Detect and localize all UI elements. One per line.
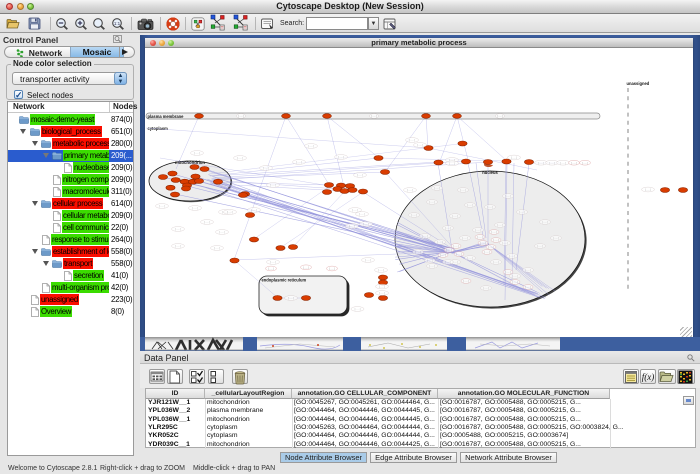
- svg-text:[.....]: [.....]: [542, 220, 548, 224]
- svg-text:[.....]: [.....]: [512, 274, 518, 278]
- svg-text:[.....]: [.....]: [237, 156, 243, 160]
- svg-text:1:1: 1:1: [114, 21, 121, 26]
- svg-text:[.....]: [.....]: [238, 114, 244, 118]
- svg-text:[.....]: [.....]: [219, 230, 225, 234]
- svg-text:[.....]: [.....]: [308, 144, 314, 148]
- svg-text:[.....]: [.....]: [204, 220, 210, 224]
- svg-text:[.....]: [.....]: [491, 230, 497, 234]
- svg-text:[.....]: [.....]: [475, 228, 481, 232]
- svg-text:[.....]: [.....]: [378, 268, 384, 272]
- svg-text:[.....]: [.....]: [449, 161, 455, 165]
- svg-text:[.....]: [.....]: [538, 161, 544, 165]
- svg-text:[.....]: [.....]: [329, 267, 335, 271]
- svg-text:[.....]: [.....]: [477, 235, 483, 239]
- svg-text:[.....]: [.....]: [493, 260, 499, 264]
- svg-text:[.....]: [.....]: [175, 227, 181, 231]
- svg-text:[.....]: [.....]: [512, 280, 518, 284]
- svg-text:[.....]: [.....]: [480, 241, 486, 245]
- svg-text:[.....]: [.....]: [379, 285, 385, 289]
- svg-text:[.....]: [.....]: [467, 256, 473, 260]
- svg-text:[.....]: [.....]: [363, 222, 369, 226]
- svg-text:[.....]: [.....]: [371, 114, 377, 118]
- svg-text:[.....]: [.....]: [446, 248, 452, 252]
- svg-text:[.....]: [.....]: [525, 268, 531, 272]
- svg-text:[.....]: [.....]: [349, 224, 355, 228]
- svg-text:[.....]: [.....]: [270, 183, 276, 187]
- svg-text:[.....]: [.....]: [227, 210, 233, 214]
- svg-text:[.....]: [.....]: [488, 245, 494, 249]
- svg-text:[.....]: [.....]: [549, 161, 555, 165]
- svg-text:[.....]: [.....]: [460, 188, 466, 192]
- svg-text:[.....]: [.....]: [537, 244, 543, 248]
- svg-text:[.....]: [.....]: [159, 204, 165, 208]
- svg-text:[.....]: [.....]: [462, 236, 468, 240]
- svg-text:[.....]: [.....]: [505, 194, 511, 198]
- svg-text:[.....]: [.....]: [463, 279, 469, 283]
- svg-text:[.....]: [.....]: [497, 223, 503, 227]
- svg-text:[.....]: [.....]: [437, 240, 443, 244]
- svg-text:[.....]: [.....]: [453, 244, 459, 248]
- svg-text:[.....]: [.....]: [440, 253, 446, 257]
- svg-text:[.....]: [.....]: [175, 244, 181, 248]
- svg-text:[.....]: [.....]: [303, 265, 309, 269]
- svg-text:[.....]: [.....]: [525, 285, 531, 289]
- svg-text:[.....]: [.....]: [571, 161, 577, 165]
- svg-text:[.....]: [.....]: [214, 246, 220, 250]
- svg-text:[.....]: [.....]: [409, 138, 415, 142]
- svg-text:[.....]: [.....]: [456, 252, 462, 256]
- svg-text:[.....]: [.....]: [487, 205, 493, 209]
- svg-text:[.....]: [.....]: [296, 160, 302, 164]
- svg-text:[.....]: [.....]: [483, 286, 489, 290]
- svg-text:[.....]: [.....]: [411, 213, 417, 217]
- svg-text:unassigned: unassigned: [627, 81, 650, 86]
- svg-text:[.....]: [.....]: [509, 254, 515, 258]
- svg-text:endoplasmic reticulum: endoplasmic reticulum: [262, 278, 307, 283]
- svg-text:[.....]: [.....]: [270, 260, 276, 264]
- svg-text:[.....]: [.....]: [422, 234, 428, 238]
- svg-text:[.....]: [.....]: [467, 203, 473, 207]
- svg-text:[.....]: [.....]: [502, 241, 508, 245]
- svg-text:[.....]: [.....]: [192, 206, 198, 210]
- svg-text:[.....]: [.....]: [352, 208, 358, 212]
- svg-text:[.....]: [.....]: [582, 161, 588, 165]
- svg-text:[.....]: [.....]: [365, 258, 371, 262]
- svg-text:[.....]: [.....]: [645, 188, 651, 192]
- svg-text:[.....]: [.....]: [417, 143, 423, 147]
- svg-text:[.....]: [.....]: [355, 307, 361, 311]
- svg-text:[.....]: [.....]: [445, 226, 451, 230]
- svg-text:[.....]: [.....]: [505, 270, 511, 274]
- svg-text:[.....]: [.....]: [445, 260, 451, 264]
- svg-text:[.....]: [.....]: [194, 151, 200, 155]
- svg-text:[.....]: [.....]: [429, 264, 435, 268]
- svg-text:[.....]: [.....]: [511, 156, 517, 160]
- svg-text:[.....]: [.....]: [379, 291, 385, 295]
- svg-text:[.....]: [.....]: [484, 250, 490, 254]
- svg-text:[.....]: [.....]: [288, 296, 294, 300]
- svg-text:[.....]: [.....]: [427, 259, 433, 263]
- svg-text:[.....]: [.....]: [407, 188, 413, 192]
- svg-text:[.....]: [.....]: [519, 210, 525, 214]
- svg-text:[.....]: [.....]: [452, 214, 458, 218]
- svg-text:[.....]: [.....]: [560, 161, 566, 165]
- svg-text:[.....]: [.....]: [497, 114, 503, 118]
- svg-text:[.....]: [.....]: [359, 212, 365, 216]
- svg-text:[.....]: [.....]: [553, 236, 559, 240]
- svg-text:nucleus: nucleus: [482, 170, 498, 175]
- svg-text:[.....]: [.....]: [415, 250, 421, 254]
- svg-text:f(x): f(x): [642, 372, 655, 382]
- svg-text:[.....]: [.....]: [493, 238, 499, 242]
- svg-text:[.....]: [.....]: [338, 155, 344, 159]
- svg-text:[.....]: [.....]: [251, 208, 257, 212]
- svg-text:[.....]: [.....]: [357, 173, 363, 177]
- svg-text:plasma membrane: plasma membrane: [148, 114, 185, 119]
- svg-text:[.....]: [.....]: [268, 267, 274, 271]
- svg-text:[.....]: [.....]: [434, 186, 440, 190]
- svg-text:[.....]: [.....]: [263, 166, 269, 170]
- svg-text:[.....]: [.....]: [429, 200, 435, 204]
